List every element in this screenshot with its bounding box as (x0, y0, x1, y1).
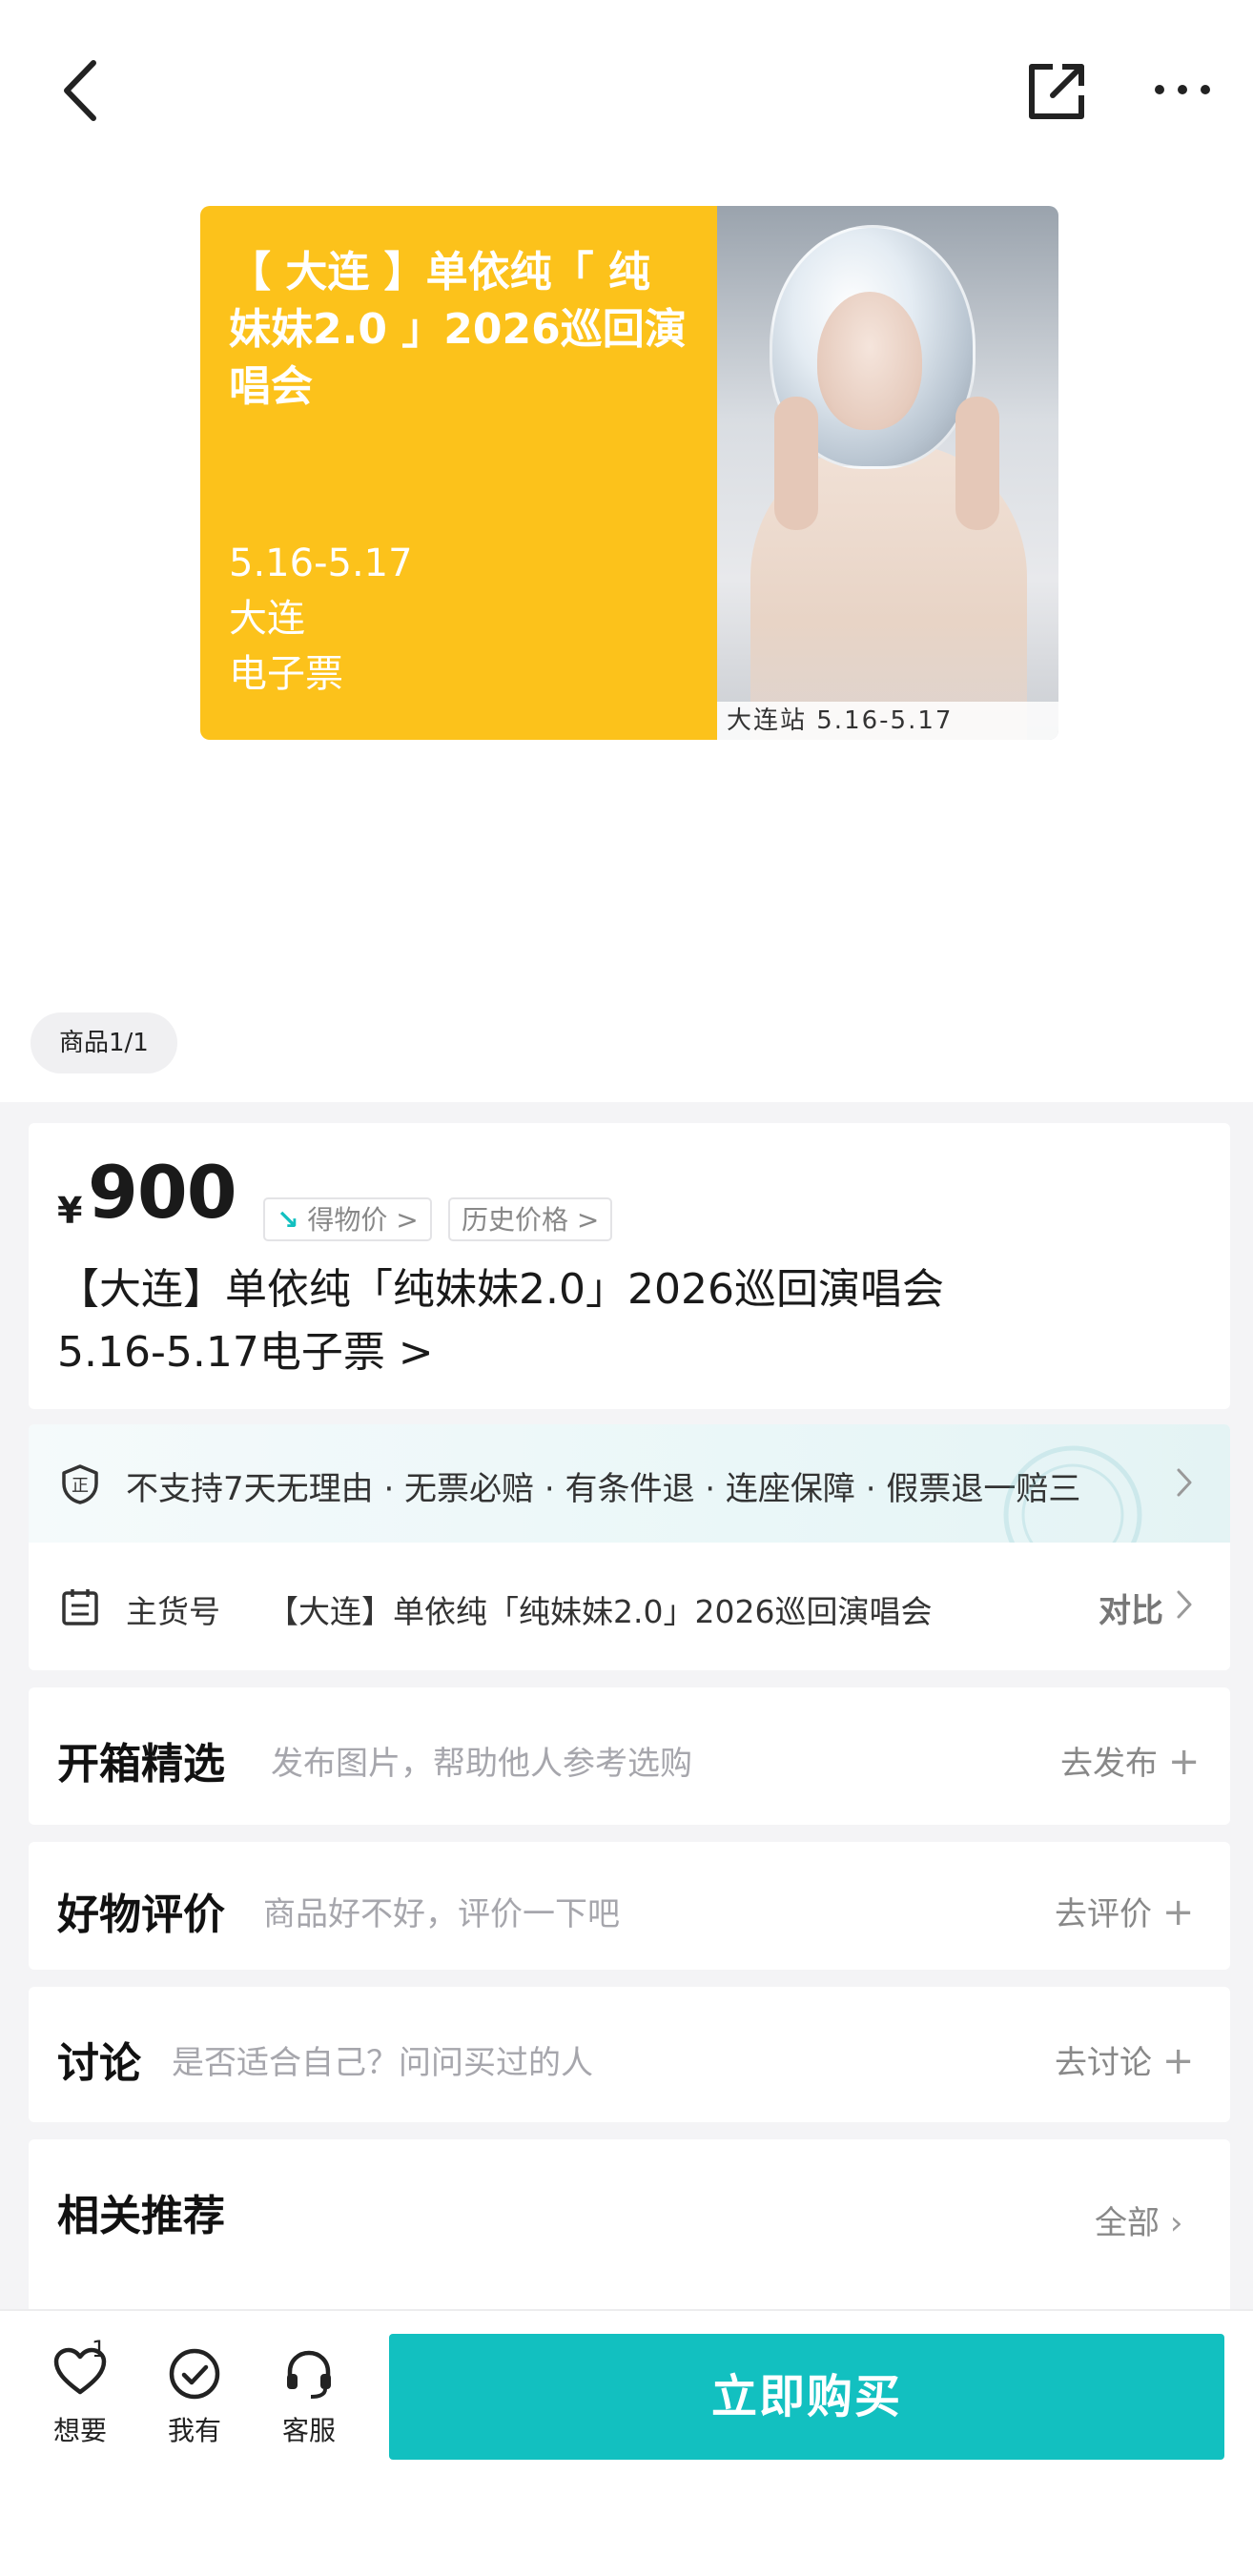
product-title[interactable]: 【大连】单依纯「纯妹妹2.0」2026巡回演唱会 5.16-5.17电子票 > (57, 1258, 1182, 1384)
bottom-action-bar: 1 想要 我有 客服 立即购买 (0, 2309, 1253, 2576)
plus-icon: + (1161, 2039, 1195, 2083)
service-button[interactable]: 客服 (271, 2347, 347, 2452)
product-title-line1: 【大连】单依纯「纯妹妹2.0」2026巡回演唱会 (57, 1265, 944, 1314)
poster-ticket-type: 电子票 (229, 652, 343, 696)
unbox-action-label: 去发布 (1060, 1745, 1158, 1783)
poster-dates: 5.16-5.17 (229, 542, 413, 585)
currency-symbol: ¥ (57, 1190, 83, 1232)
service-card: 正 不支持7天无理由 · 无票必赔 · 有条件退 · 连座保障 · 假票退一赔三… (29, 1424, 1230, 1670)
unbox-title: 开箱精选 (57, 1740, 225, 1789)
poster-info: 5.16-5.17 大连 电子票 (229, 536, 413, 702)
service-label: 客服 (281, 2415, 336, 2446)
more-dots-icon (1155, 85, 1210, 94)
bottom-divider (0, 2309, 1253, 2311)
have-button[interactable]: 我有 (156, 2347, 233, 2452)
buy-now-button[interactable]: 立即购买 (389, 2334, 1224, 2460)
product-title-line2: 5.16-5.17电子票 > (57, 1328, 434, 1377)
related-title: 相关推荐 (57, 2192, 225, 2240)
discuss-hint: 是否适合自己？问问买过的人 (172, 2044, 593, 2082)
shield-icon: 正 (62, 1464, 98, 1504)
chevron-right-icon (1177, 1468, 1192, 1497)
poster-city: 大连 (229, 597, 305, 641)
poster-artist-photo: 大连站 5.16-5.17 (717, 206, 1058, 740)
image-counter: 商品1/1 (31, 1012, 177, 1073)
related-section: 相关推荐 全部 › (29, 2139, 1230, 2330)
svg-text:正: 正 (72, 1476, 89, 1496)
product-poster[interactable]: 【 大连 】单依纯「 纯妹妹2.0 」2026巡回演唱会 5.16-5.17 大… (200, 206, 1058, 740)
dewu-logo-icon: ↘ (277, 1204, 299, 1236)
price-card: ¥ 900 ↘ 得物价 > 历史价格 > 【大连】单依纯「纯妹妹2.0」2026… (29, 1123, 1230, 1409)
share-icon (1029, 64, 1084, 119)
want-button[interactable]: 1 想要 (42, 2336, 118, 2452)
main-item-value: 【大连】单依纯「纯妹妹2.0」2026巡回演唱会 (267, 1593, 933, 1630)
main-item-label: 主货号 (126, 1593, 220, 1630)
related-all-label: 全部 (1095, 2204, 1160, 2242)
poster-title: 【 大连 】单依纯「 纯妹妹2.0 」2026巡回演唱会 (229, 248, 687, 411)
plus-icon: + (1167, 1740, 1201, 1784)
discuss-title: 讨论 (57, 2039, 141, 2088)
review-action[interactable]: 去评价 + (1055, 1888, 1194, 1934)
discuss-section[interactable]: 讨论 是否适合自己？问问买过的人 去讨论 + (29, 1987, 1230, 2122)
poster-caption: 大连站 5.16-5.17 (717, 702, 1058, 740)
unbox-hint: 发布图片，帮助他人参考选购 (271, 1745, 692, 1783)
review-title: 好物评价 (57, 1891, 225, 1939)
unbox-action[interactable]: 去发布 + (1060, 1737, 1200, 1784)
artist-hand-right (955, 397, 999, 530)
history-price-tag[interactable]: 历史价格 > (448, 1197, 613, 1241)
guarantee-row[interactable]: 正 不支持7天无理由 · 无票必赔 · 有条件退 · 连座保障 · 假票退一赔三 (29, 1424, 1230, 1584)
chevron-right-icon (1177, 1590, 1192, 1619)
dewu-price-tag[interactable]: ↘ 得物价 > (263, 1197, 432, 1241)
price-value: 900 (88, 1150, 237, 1235)
list-doc-icon (62, 1589, 98, 1625)
discuss-action-label: 去讨论 (1055, 2044, 1152, 2082)
dewu-price-label: 得物价 > (307, 1204, 419, 1236)
review-hint: 商品好不好，评价一下吧 (263, 1895, 620, 1933)
discuss-action[interactable]: 去讨论 + (1055, 2036, 1194, 2083)
related-all-link[interactable]: 全部 › (1095, 2197, 1182, 2243)
review-section[interactable]: 好物评价 商品好不好，评价一下吧 去评价 + (29, 1842, 1230, 1970)
main-item-row[interactable]: 主货号 【大连】单依纯「纯妹妹2.0」2026巡回演唱会 对比 (29, 1543, 1230, 1670)
have-label: 我有 (167, 2415, 221, 2446)
unbox-section[interactable]: 开箱精选 发布图片，帮助他人参考选购 去发布 + (29, 1687, 1230, 1825)
chevron-right-icon: › (1169, 2204, 1183, 2242)
headset-icon (287, 2350, 331, 2399)
want-label: 想要 (52, 2415, 107, 2446)
plus-icon: + (1161, 1891, 1195, 1934)
check-circle-icon (169, 2348, 220, 2400)
compare-label[interactable]: 对比 (1099, 1584, 1163, 1631)
share-button[interactable] (1026, 61, 1087, 122)
more-button[interactable] (1154, 80, 1211, 99)
poster-yellow-panel: 【 大连 】单依纯「 纯妹妹2.0 」2026巡回演唱会 5.16-5.17 大… (200, 206, 717, 740)
artist-face (817, 292, 922, 430)
chevron-left-icon (64, 60, 96, 121)
review-action-label: 去评价 (1055, 1895, 1152, 1933)
want-count: 1 (92, 2336, 107, 2362)
back-button[interactable] (57, 57, 105, 124)
artist-hand-left (774, 397, 818, 530)
